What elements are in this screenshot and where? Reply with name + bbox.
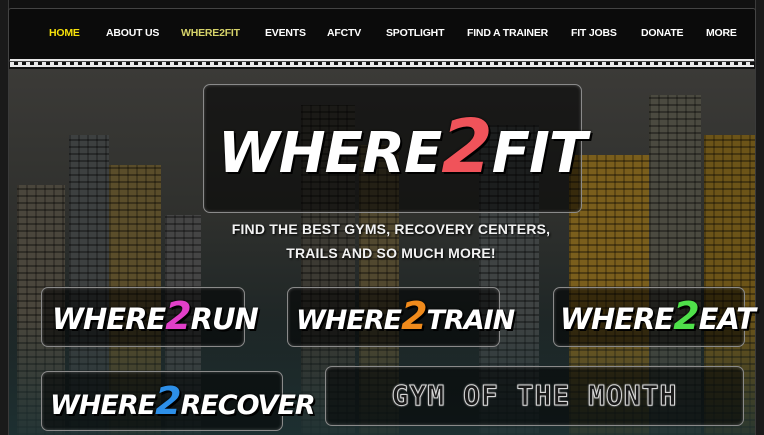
where2fit-logo: WHERE2FIT [218,104,587,190]
gym-of-the-month-tile[interactable]: GYM OF THE MONTH [325,366,744,426]
where2recover-tile[interactable]: WHERE2RECOVER [41,371,316,431]
where2run-logo: WHERE2RUN [52,294,259,338]
hero-tagline: FIND THE BEST GYMS, RECOVERY CENTERS, TR… [200,217,582,265]
nav-item-donate[interactable]: DONATE [641,27,684,39]
nav-item-spotlight[interactable]: SPOTLIGHT [386,27,444,39]
tagline-line-2: TRAILS AND SO MUCH MORE! [286,245,496,261]
tagline-line-1: FIND THE BEST GYMS, RECOVERY CENTERS, [231,221,551,237]
top-nav-bar: HOME ABOUT US WHERE2FIT EVENTS AFCTV SPO… [8,8,756,62]
where2eat-logo: WHERE2EAT [560,294,756,338]
nav-item-home[interactable]: HOME [49,27,80,39]
where2recover-logo: WHERE2RECOVER [50,379,316,423]
nav-item-find-a-trainer[interactable]: FIND A TRAINER [467,27,548,39]
nav-item-afctv[interactable]: AFCTV [327,27,361,39]
nav-menu: HOME ABOUT US WHERE2FIT EVENTS AFCTV SPO… [9,27,755,43]
nav-divider-stripe [10,59,754,67]
where2eat-tile[interactable]: WHERE2EAT [553,287,756,347]
nav-item-where2fit[interactable]: WHERE2FIT [181,27,240,39]
nav-item-about-us[interactable]: ABOUT US [106,27,159,39]
frame-right-border [755,0,764,435]
where2train-tile[interactable]: WHERE2TRAIN [287,287,515,347]
gym-of-the-month-label: GYM OF THE MONTH [391,379,678,413]
nav-item-fit-jobs[interactable]: FIT JOBS [571,27,617,39]
logo-number: 2 [441,104,492,190]
where2fit-logo-panel: WHERE2FIT [203,84,587,213]
nav-item-events[interactable]: EVENTS [265,27,306,39]
nav-item-more[interactable]: MORE [706,27,737,39]
frame-left-border [0,0,9,435]
where2run-tile[interactable]: WHERE2RUN [41,287,259,347]
where2train-logo: WHERE2TRAIN [296,294,515,338]
